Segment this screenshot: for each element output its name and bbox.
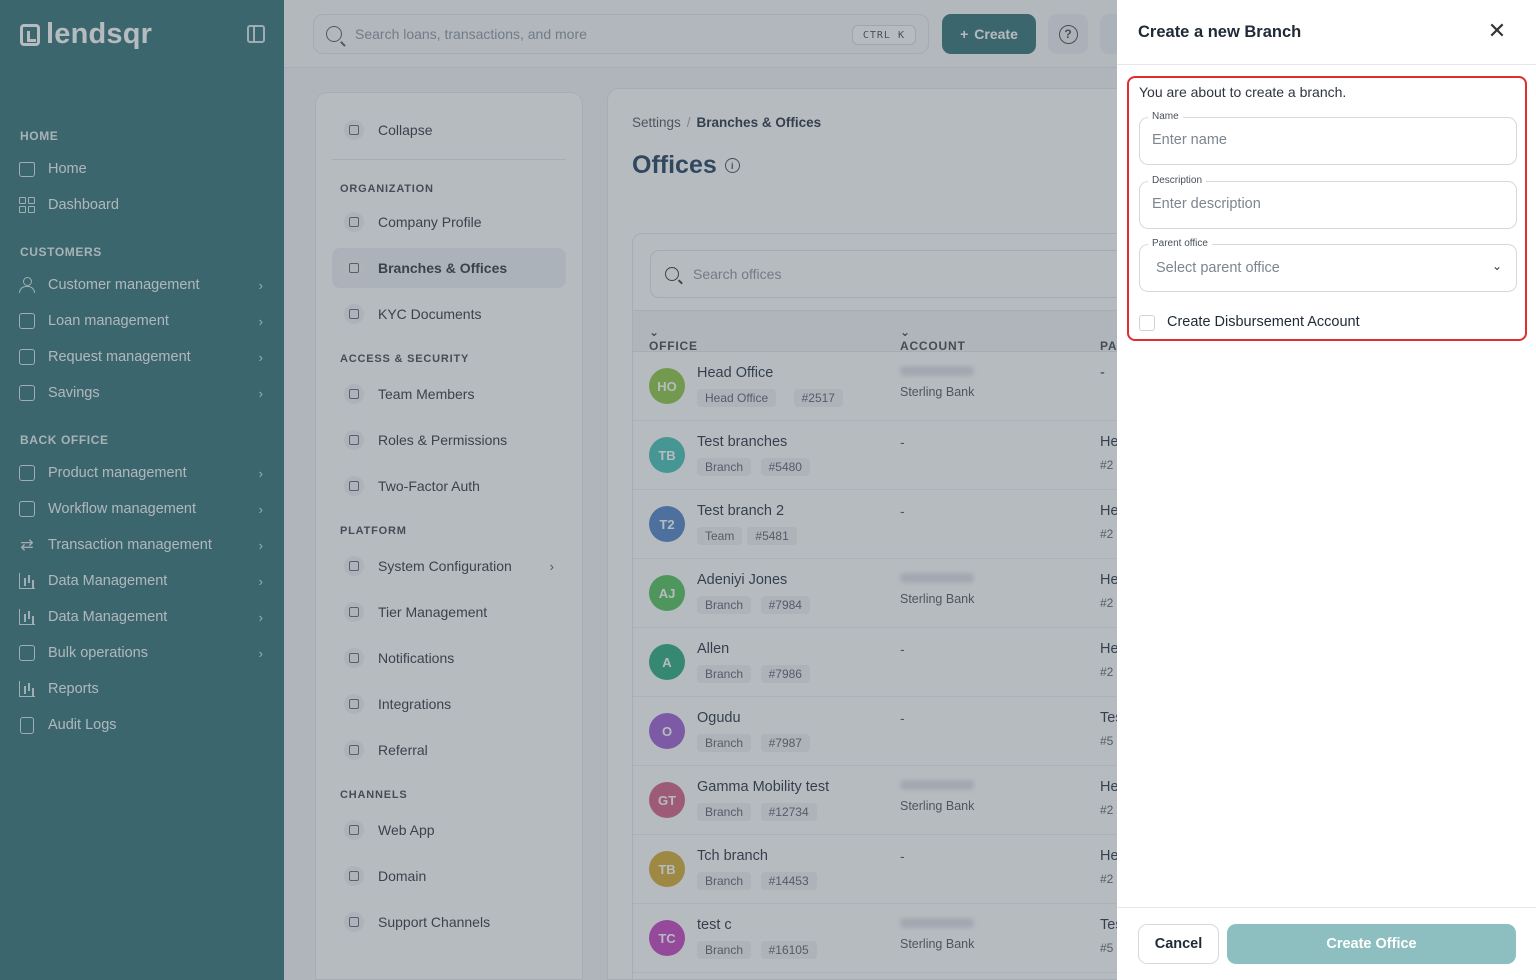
close-icon[interactable]: ✕ xyxy=(1487,20,1507,42)
parent-office-value: Select parent office xyxy=(1156,260,1280,276)
name-field[interactable]: Name xyxy=(1139,111,1517,165)
name-field-label: Name xyxy=(1148,111,1183,122)
create-office-button[interactable]: Create Office xyxy=(1227,924,1516,964)
name-input[interactable] xyxy=(1152,132,1492,148)
disbursement-account-checkbox-row[interactable]: Create Disbursement Account xyxy=(1139,312,1360,331)
form-intro: You are about to create a branch. xyxy=(1139,84,1347,100)
disbursement-account-checkbox[interactable] xyxy=(1139,315,1155,331)
drawer-title: Create a new Branch xyxy=(1138,23,1302,41)
chevron-down-icon: ⌄ xyxy=(1491,259,1502,273)
parent-office-label: Parent office xyxy=(1148,238,1212,249)
branch-form: You are about to create a branch. Name D… xyxy=(1127,76,1527,341)
modal-overlay[interactable] xyxy=(0,0,1117,980)
parent-office-select[interactable]: Parent office Select parent office ⌄ xyxy=(1139,238,1517,292)
drawer-footer: Cancel Create Office xyxy=(1117,907,1536,980)
drawer-header: Create a new Branch ✕ xyxy=(1117,0,1536,65)
description-field-label: Description xyxy=(1148,175,1207,186)
cancel-button[interactable]: Cancel xyxy=(1138,924,1219,964)
description-input[interactable] xyxy=(1152,196,1492,212)
disbursement-account-label: Create Disbursement Account xyxy=(1167,313,1360,330)
create-branch-drawer: Create a new Branch ✕ You are about to c… xyxy=(1117,0,1536,980)
description-field[interactable]: Description xyxy=(1139,175,1517,229)
